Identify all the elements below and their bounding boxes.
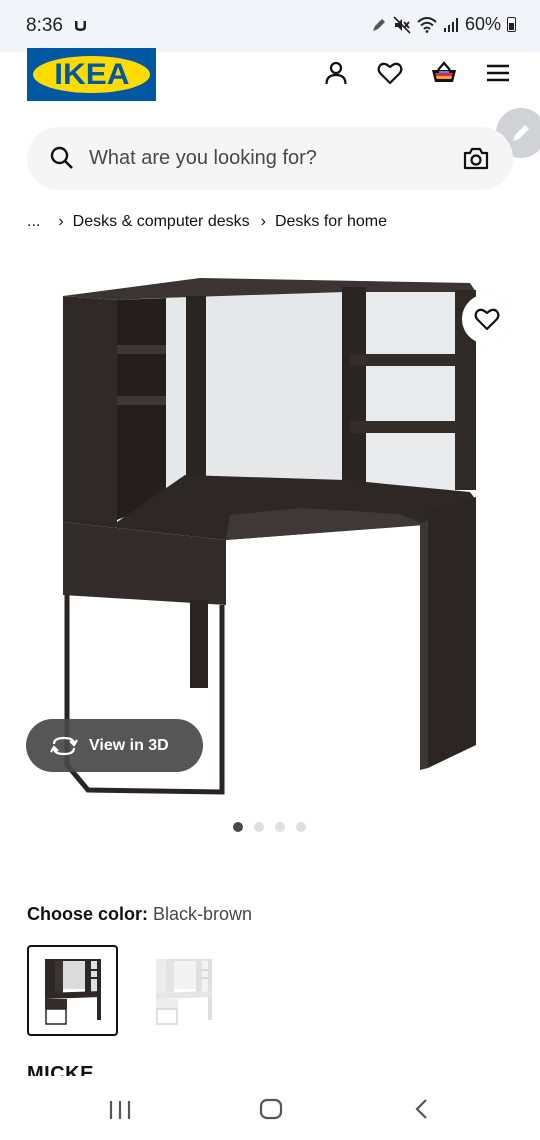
wifi-icon xyxy=(417,16,437,33)
pencil-icon xyxy=(513,125,529,141)
rotate-3d-icon xyxy=(50,735,78,757)
app-notification-icon xyxy=(74,19,87,35)
logo-text: IKEA xyxy=(53,57,130,91)
favorite-button[interactable] xyxy=(462,294,512,344)
pagination-dot-2[interactable] xyxy=(254,822,264,832)
view-in-3d-label: View in 3D xyxy=(89,736,169,754)
status-icons: 60% xyxy=(371,14,516,35)
cart-icon[interactable] xyxy=(429,58,459,88)
choose-color-label: Choose color: xyxy=(27,904,149,924)
signal-icon xyxy=(443,17,458,32)
black-brown-desk-thumbnail xyxy=(44,958,101,1025)
pagination-dot-3[interactable] xyxy=(275,822,285,832)
heart-icon xyxy=(474,308,500,331)
battery-percent: 60% xyxy=(464,14,501,34)
chevron-right-icon: › xyxy=(260,213,266,230)
search-bar[interactable] xyxy=(27,127,513,190)
choose-color: Choose color: Black-brown xyxy=(27,904,252,925)
pagination-dot-4[interactable] xyxy=(296,822,306,832)
home-icon[interactable] xyxy=(259,1098,283,1125)
chevron-right-icon: › xyxy=(58,213,64,230)
status-time: 8:36 xyxy=(26,15,63,36)
color-swatch-white[interactable] xyxy=(138,945,229,1036)
breadcrumb-ellipsis[interactable]: ... xyxy=(27,213,40,231)
breadcrumb: ... › Desks & computer desks › Desks for… xyxy=(27,213,387,231)
back-icon[interactable] xyxy=(414,1098,430,1125)
account-icon[interactable] xyxy=(321,58,351,88)
search-icon[interactable] xyxy=(49,145,75,176)
heart-icon[interactable] xyxy=(375,58,405,88)
header-actions xyxy=(321,58,513,88)
ikea-logo[interactable]: IKEA xyxy=(27,48,156,101)
breadcrumb-item-desks-home[interactable]: Desks for home xyxy=(275,213,387,231)
system-nav-bar xyxy=(0,1076,540,1140)
product-name: MICKE xyxy=(27,1063,94,1077)
gallery-pagination xyxy=(233,822,306,832)
battery-icon xyxy=(507,17,516,32)
pagination-dot-1[interactable] xyxy=(233,822,243,832)
status-bar: 8:36 60% xyxy=(0,0,540,52)
mute-icon xyxy=(393,15,411,34)
choose-color-value: Black-brown xyxy=(153,904,253,924)
pen-icon xyxy=(372,18,385,31)
search-input[interactable] xyxy=(89,127,459,190)
white-desk-thumbnail xyxy=(155,958,212,1025)
recent-apps-icon[interactable] xyxy=(108,1100,132,1125)
view-in-3d-button[interactable]: View in 3D xyxy=(26,719,203,772)
logo-oval: IKEA xyxy=(33,56,150,93)
color-swatch-black-brown[interactable] xyxy=(27,945,118,1036)
camera-icon[interactable] xyxy=(463,147,489,176)
breadcrumb-item-desks-computer[interactable]: Desks & computer desks xyxy=(73,213,250,231)
menu-icon[interactable] xyxy=(483,58,513,88)
